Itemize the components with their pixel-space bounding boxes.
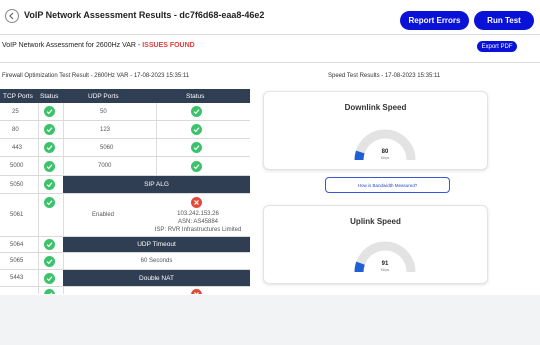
tcp-port: 5000 (10, 163, 24, 169)
footer-area (0, 295, 540, 345)
speed-section-title: Speed Test Results - 17-08-2023 15:35:11 (328, 73, 441, 79)
uplink-speed-unit: Mbps (380, 268, 390, 272)
tcp-port: 80 (12, 126, 19, 133)
downlink-speed-value: 80 (381, 149, 389, 155)
udp-status-header: Status (186, 93, 205, 100)
tcp-port: 25 (12, 108, 19, 115)
uplink-speed-card: Uplink Speed 91 Mbps (263, 205, 488, 284)
downlink-speed-card: Downlink Speed 80 Mbps (263, 91, 488, 170)
downlink-gauge-fill (354, 150, 365, 161)
table-row: 5065 60 Seconds (0, 253, 250, 270)
tcp-port: 5050 (10, 181, 24, 188)
check-icon (191, 106, 202, 117)
check-icon (44, 106, 55, 117)
run-test-button[interactable]: Run Test (474, 11, 534, 30)
check-icon (191, 124, 202, 135)
udp-ports-header: UDP Ports (88, 93, 119, 100)
assessment-subtitle-text: VoIP Network Assessment for 2600Hz VAR - (2, 42, 143, 49)
export-pdf-button[interactable]: Export PDF (477, 41, 517, 52)
results-panel: VoIP Network Assessment for 2600Hz VAR -… (0, 35, 540, 295)
status-header: Status (40, 93, 59, 100)
check-icon (44, 289, 55, 294)
check-icon (44, 197, 55, 208)
check-icon (44, 179, 55, 190)
tcp-port: 5064 (10, 241, 24, 248)
check-icon (44, 255, 55, 267)
uplink-gauge-fill (354, 261, 365, 273)
check-icon (191, 142, 202, 153)
tcp-port: 443 (12, 144, 23, 151)
udp-port: 7000 (98, 163, 112, 169)
check-icon (44, 239, 55, 250)
asn: ASN: AS45884 (177, 219, 219, 225)
tcp-port: 5065 (10, 258, 24, 264)
firewall-section-title: Firewall Optimization Test Result - 2600… (2, 73, 190, 79)
report-errors-button[interactable]: Report Errors (400, 11, 469, 30)
table-row: 443 5060 (0, 139, 250, 157)
table-header: TCP Ports Status UDP Ports Status (0, 89, 250, 103)
tcp-ports-header: TCP Ports (3, 93, 33, 100)
udp-timeout-header: UDP Timeout (63, 237, 250, 252)
app-header: VoIP Network Assessment Results - dc7f6d… (0, 0, 540, 35)
ip-address: 103.242.153.26 (177, 211, 219, 217)
status-badge: ISSUES FOUND (142, 42, 195, 49)
table-row (0, 287, 250, 294)
table-row: 25 50 (0, 103, 250, 121)
uplink-speed-title: Uplink Speed (350, 217, 401, 226)
uplink-speed-value: 91 (381, 261, 389, 267)
check-icon (44, 272, 55, 284)
sip-alg-header: SIP ALG (63, 176, 250, 193)
udp-port: 123 (100, 126, 111, 133)
sip-alg-value: Enabled (92, 212, 115, 218)
divider (0, 62, 540, 63)
downlink-speed-title: Downlink Speed (344, 103, 407, 112)
table-row: 80 123 (0, 121, 250, 139)
isp: ISP: RVR Infrastructures Limited (154, 227, 242, 233)
check-icon (44, 142, 55, 153)
assessment-subtitle: VoIP Network Assessment for 2600Hz VAR -… (2, 42, 195, 49)
close-icon (191, 197, 202, 208)
tcp-port: 5061 (10, 212, 24, 218)
sip-alg-details: 103.242.153.26 ASN: AS45884 ISP: RVR Inf… (150, 210, 246, 234)
tcp-port: 5443 (10, 275, 24, 281)
back-icon[interactable] (5, 9, 19, 23)
udp-timeout-value: 60 Seconds (140, 258, 173, 264)
udp-port: 50 (100, 108, 107, 115)
double-nat-header: Double NAT (63, 270, 250, 286)
udp-port: 5060 (100, 144, 114, 151)
firewall-table: TCP Ports Status UDP Ports Status 25 50 … (0, 89, 250, 294)
downlink-speed-unit: Mbps (380, 156, 390, 160)
page: VoIP Network Assessment Results - dc7f6d… (0, 0, 540, 345)
page-title: VoIP Network Assessment Results - dc7f6d… (24, 10, 265, 20)
check-icon (44, 160, 55, 172)
check-icon (191, 160, 202, 172)
table-row: 5000 7000 (0, 157, 250, 176)
check-icon (44, 124, 55, 135)
close-icon (191, 289, 202, 294)
table-row: 5061 Enabled 103.242.153.26 ASN: AS45884… (0, 194, 250, 237)
how-bandwidth-measured-link[interactable]: How is Bandwidth Measured? (325, 177, 450, 193)
